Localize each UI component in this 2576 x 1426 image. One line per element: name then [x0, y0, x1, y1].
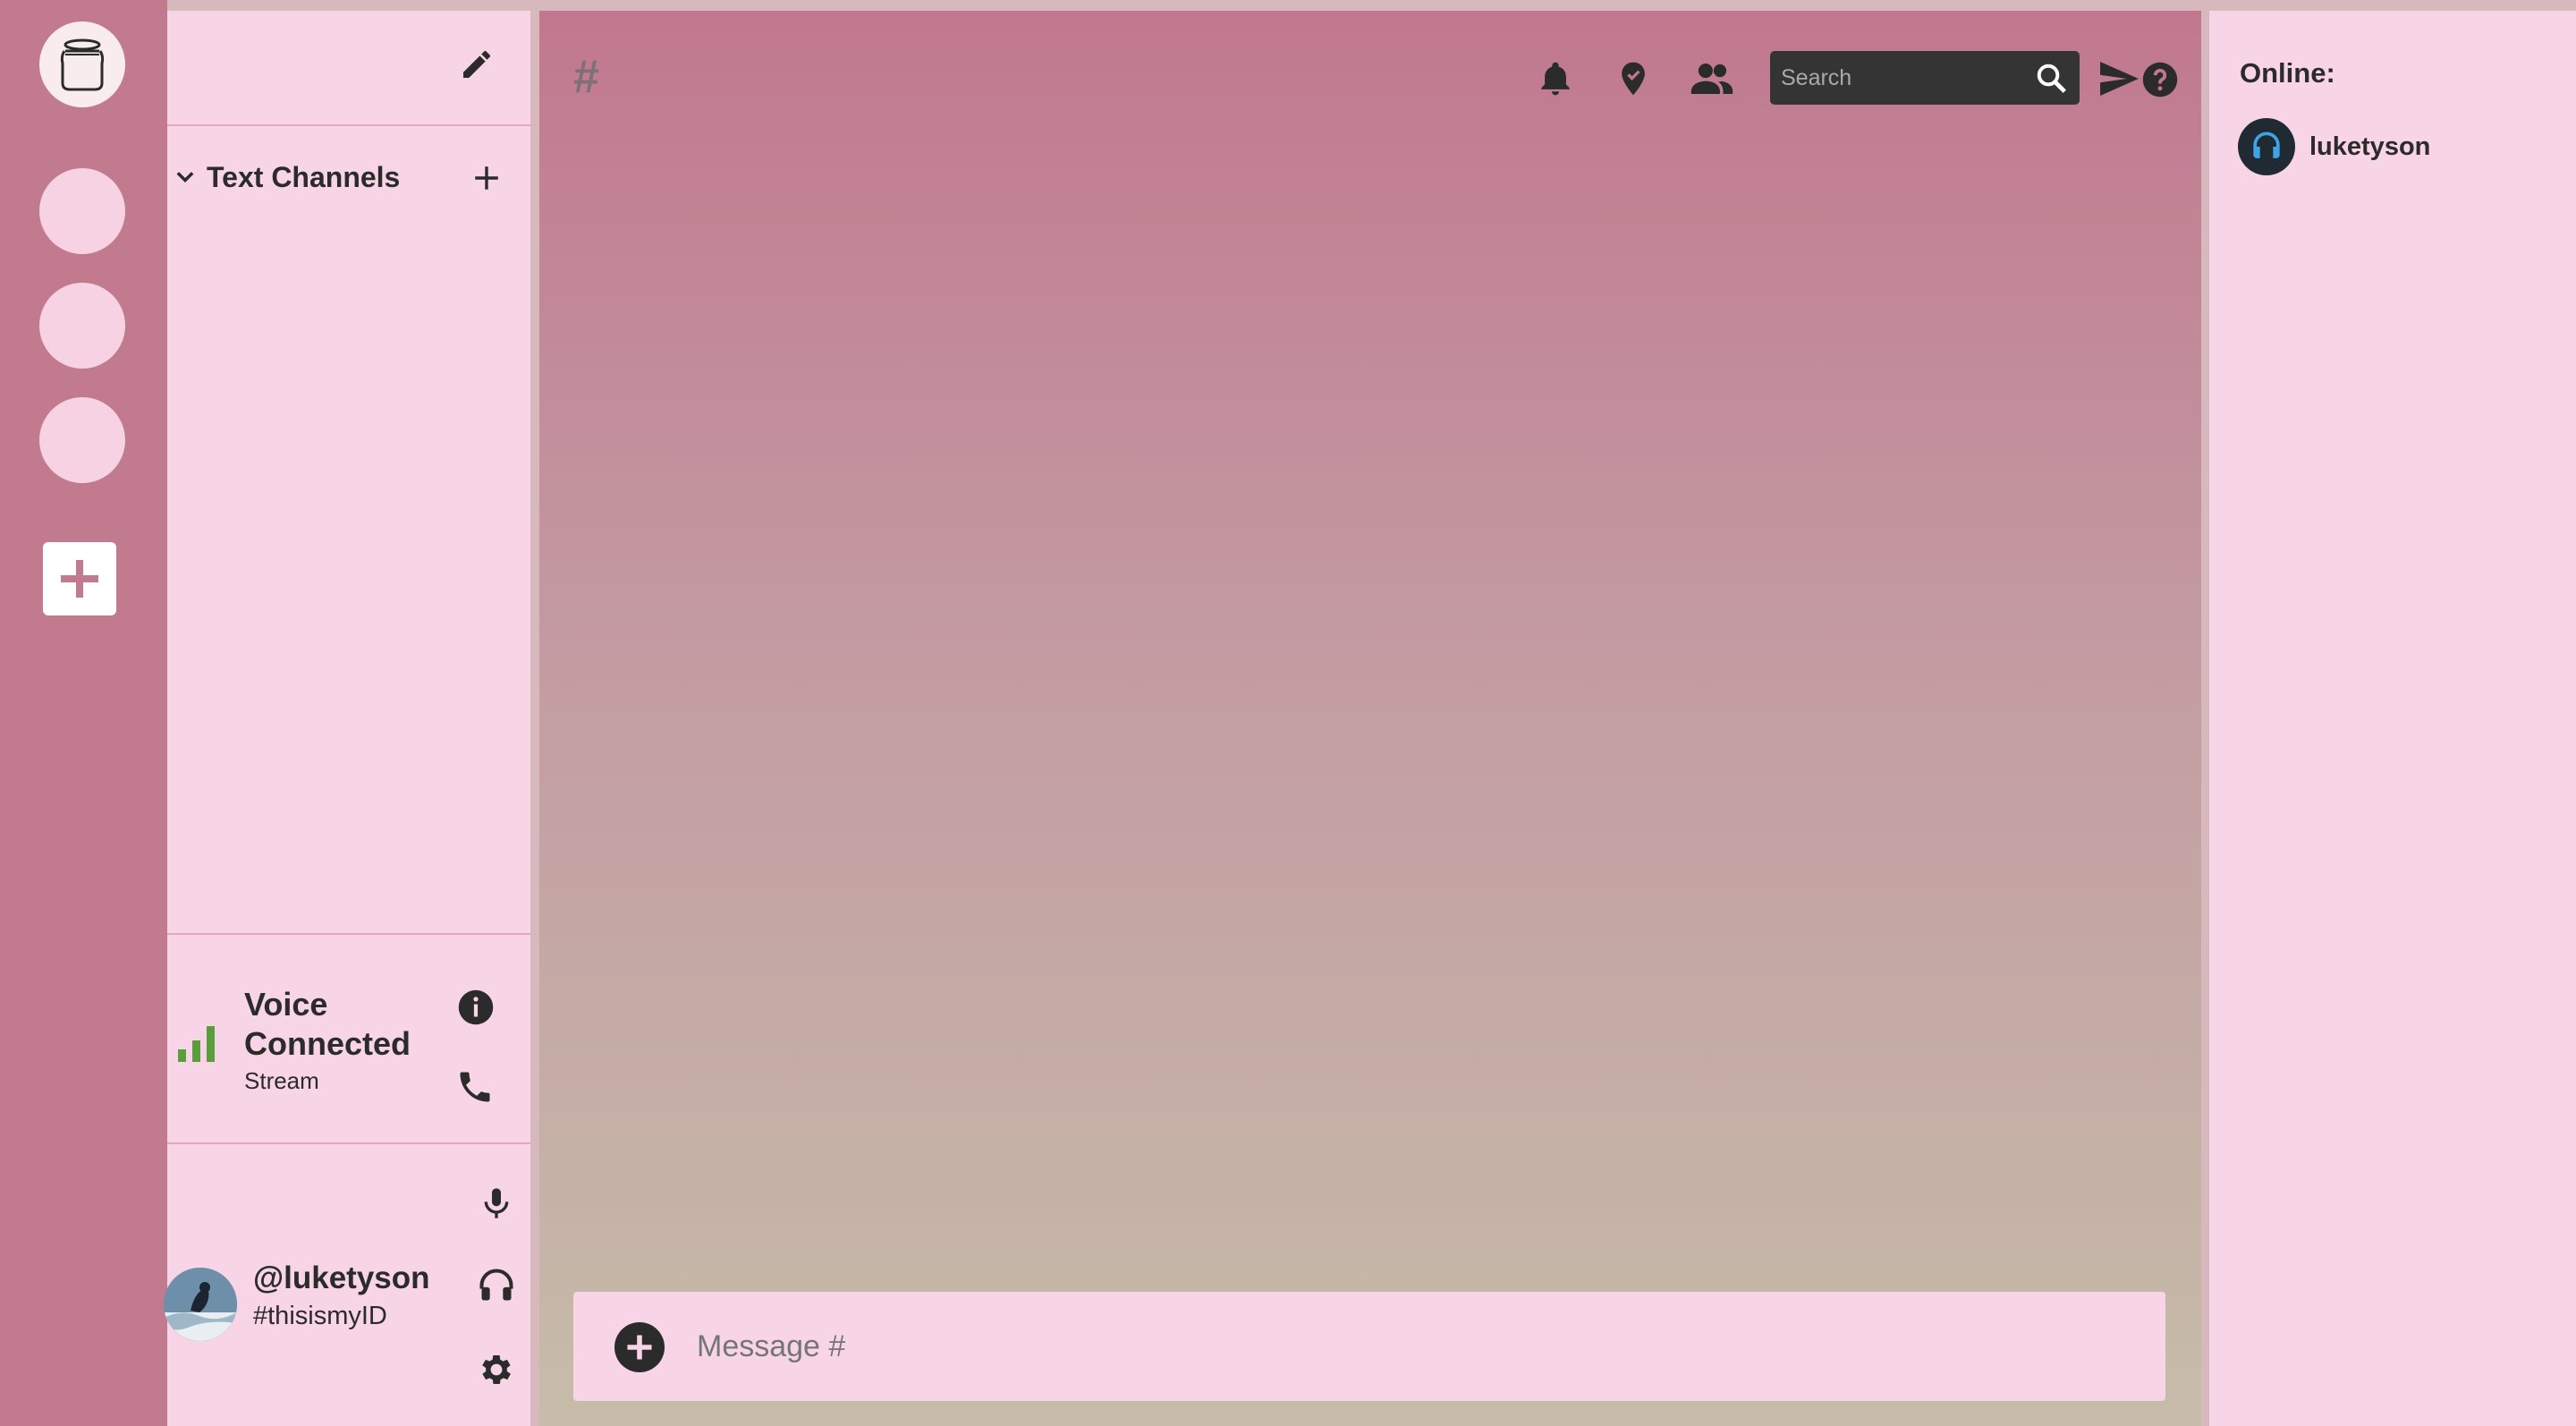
gear-icon	[482, 1355, 511, 1384]
voice-status-title: Voice Connected	[244, 986, 411, 1062]
attach-button[interactable]	[614, 1322, 665, 1377]
search-box	[1770, 51, 2080, 105]
add-channel-button[interactable]	[471, 163, 502, 198]
notifications-button[interactable]	[1536, 59, 1575, 103]
deafen-button[interactable]	[477, 1266, 516, 1310]
online-heading: Online:	[2240, 57, 2335, 89]
collapse-category-toggle[interactable]	[173, 165, 198, 190]
pencil-icon	[463, 50, 491, 78]
user-avatar-icon	[2253, 132, 2280, 158]
message-composer	[573, 1292, 2165, 1401]
signal-bars-icon	[178, 1026, 215, 1062]
pin-icon	[1622, 62, 1645, 96]
disconnect-voice-button[interactable]	[455, 1067, 495, 1111]
headphones-icon	[479, 1269, 513, 1301]
voice-status-panel: Voice Connected Stream	[167, 933, 530, 1144]
user-panel: @luketyson #thisismyID	[164, 1144, 530, 1426]
add-server-button[interactable]	[43, 542, 116, 615]
user-settings-button[interactable]	[477, 1350, 516, 1394]
home-logo-button[interactable]	[39, 21, 125, 107]
server-button-2[interactable]	[39, 283, 125, 369]
voice-info-button[interactable]	[457, 989, 495, 1031]
search-button[interactable]	[2035, 62, 2069, 100]
text-channels-category: Text Channels	[173, 157, 521, 197]
jar-icon	[60, 38, 105, 91]
send-icon	[2100, 61, 2139, 97]
member-list-panel: Online: luketyson	[2209, 11, 2576, 1426]
server-button-1[interactable]	[39, 168, 125, 254]
message-input[interactable]	[697, 1317, 2128, 1376]
user-tag: #thisismyID	[253, 1302, 387, 1330]
channel-hash-symbol: #	[573, 51, 599, 103]
plus-circle-icon	[614, 1322, 665, 1372]
server-button-3[interactable]	[39, 397, 125, 483]
phone-icon	[460, 1072, 490, 1102]
member-list-button[interactable]	[1690, 59, 1734, 103]
member-name: luketyson	[2309, 132, 2431, 161]
username: @luketyson	[253, 1260, 430, 1295]
help-icon	[2142, 62, 2178, 98]
mute-microphone-button[interactable]	[479, 1184, 514, 1227]
info-icon	[458, 989, 494, 1025]
category-label: Text Channels	[207, 160, 401, 193]
avatar[interactable]	[164, 1268, 237, 1341]
member-avatar	[2238, 118, 2295, 175]
search-icon	[2037, 64, 2066, 93]
inbox-button[interactable]	[2098, 61, 2140, 101]
edit-server-button[interactable]	[459, 47, 495, 87]
server-rail	[0, 0, 167, 1426]
channel-sidebar: Text Channels Voice Connected Stream @lu…	[164, 11, 530, 1426]
members-icon	[1690, 64, 1733, 94]
help-button[interactable]	[2141, 61, 2179, 103]
sidebar-header	[167, 11, 530, 126]
pinned-messages-button[interactable]	[1614, 59, 1653, 103]
voice-channel-name: Stream	[244, 1067, 319, 1094]
microphone-icon	[484, 1188, 509, 1218]
chat-area: #	[539, 11, 2201, 1426]
plus-icon	[475, 166, 498, 190]
member-item[interactable]: luketyson	[2238, 118, 2430, 175]
search-input[interactable]	[1770, 53, 2029, 103]
bell-icon	[1541, 62, 1570, 96]
user-photo	[164, 1268, 237, 1341]
plus-icon	[61, 560, 98, 598]
chevron-down-icon	[176, 172, 194, 182]
